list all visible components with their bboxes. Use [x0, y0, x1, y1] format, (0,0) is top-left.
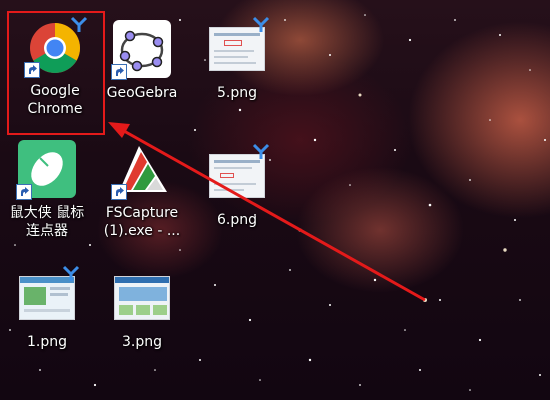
shortcut-arrow-icon	[16, 184, 32, 200]
desktop-icon-3-png[interactable]: 3.png	[97, 257, 187, 367]
image-file-icon	[18, 265, 80, 327]
desktop-icon-mouse-clicker[interactable]: 鼠大侠 鼠标 连点器	[2, 128, 92, 239]
chrome-icon	[24, 16, 88, 78]
desktop-icon-label: 3.png	[121, 334, 162, 350]
desktop-icon-fscapture[interactable]: FSCapture (1).exe - ...	[97, 128, 187, 239]
shortcut-arrow-icon	[24, 62, 40, 78]
pin-icon	[252, 143, 270, 159]
image-thumbnail	[114, 276, 170, 320]
geogebra-icon	[111, 20, 171, 80]
pin-icon	[62, 265, 80, 281]
desktop-icon-1-png[interactable]: 1.png	[2, 257, 92, 367]
mouse-icon	[16, 140, 76, 200]
desktop-icon-label: 5.png	[216, 85, 257, 101]
image-file-icon	[208, 16, 270, 78]
pin-icon	[70, 16, 88, 32]
shortcut-arrow-icon	[111, 184, 127, 200]
desktop: Google Chrome GeoGebra 5.png 鼠大侠 鼠标 连点器 …	[0, 0, 550, 400]
desktop-icon-6-png[interactable]: 6.png	[192, 135, 282, 245]
desktop-icon-label: 1.png	[26, 334, 67, 350]
desktop-icon-google-chrome[interactable]: Google Chrome	[10, 8, 100, 118]
pin-icon	[252, 16, 270, 32]
desktop-icon-5-png[interactable]: 5.png	[192, 8, 282, 118]
image-file-icon	[113, 269, 171, 327]
desktop-icon-label: 6.png	[216, 212, 257, 228]
desktop-icon-label: FSCapture (1).exe - ...	[103, 205, 181, 239]
shortcut-arrow-icon	[111, 64, 127, 80]
fscapture-icon	[111, 140, 171, 200]
desktop-icon-label: Google Chrome	[27, 83, 83, 117]
desktop-icon-label: GeoGebra	[106, 85, 178, 101]
desktop-icon-geogebra[interactable]: GeoGebra	[97, 8, 187, 118]
desktop-icon-label: 鼠大侠 鼠标 连点器	[9, 205, 85, 239]
image-file-icon	[208, 143, 270, 205]
